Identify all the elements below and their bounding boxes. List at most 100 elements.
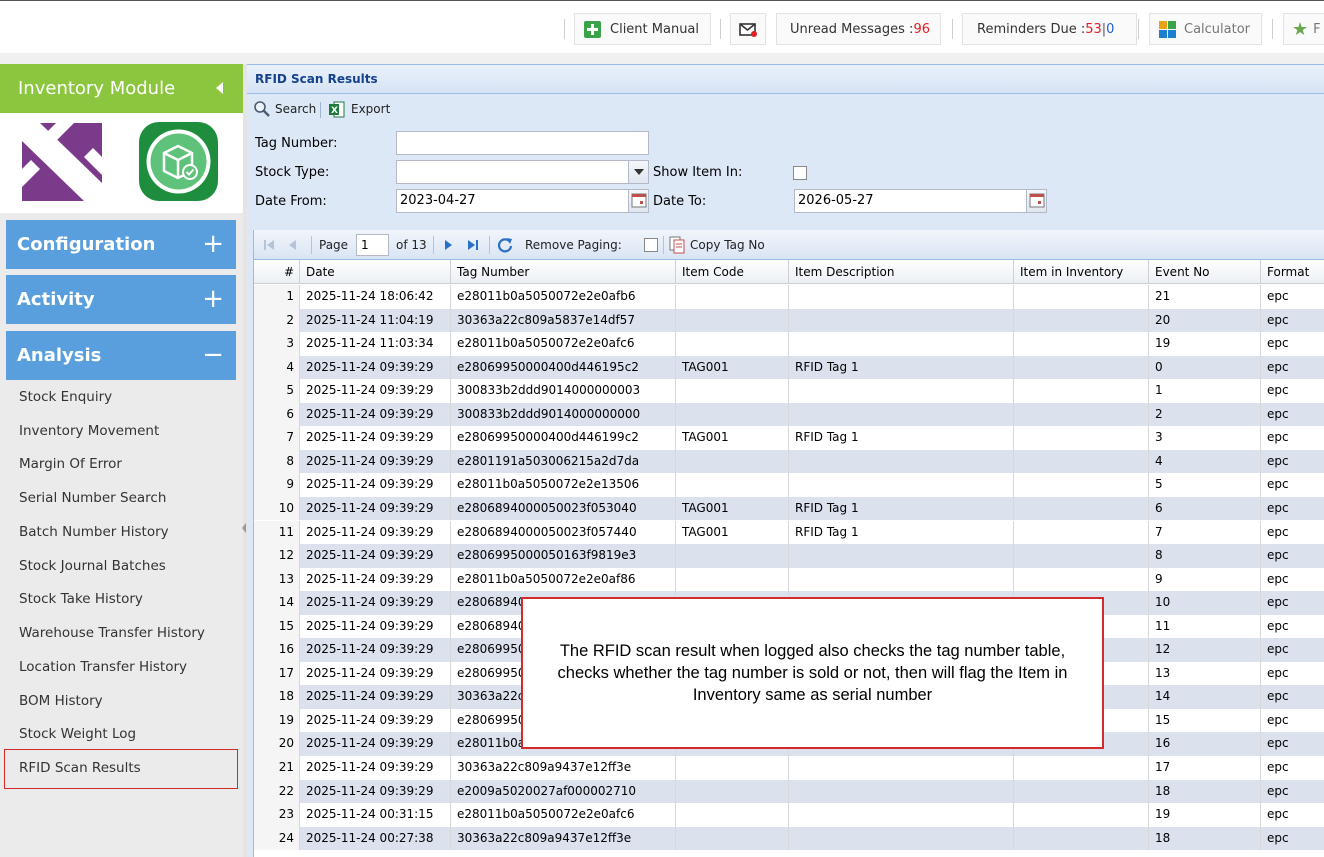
cell-index: 18 [254, 685, 300, 709]
sidebar-item-margin-of-error[interactable]: Margin Of Error [6, 449, 236, 479]
copy-tag-no-button[interactable]: Copy Tag No [669, 235, 765, 255]
calculator-button[interactable]: Calculator [1149, 13, 1262, 45]
excel-icon: X [329, 101, 345, 117]
table-row[interactable]: 10 2025-11-24 09:39:29 e2806894000050023f0… [254, 496, 1324, 521]
sidebar-item-inventory-movement[interactable]: Inventory Movement [6, 416, 236, 446]
column-header-event-no[interactable]: Event No [1149, 260, 1261, 284]
module-header[interactable]: Inventory Module [0, 64, 243, 113]
column-header-format[interactable]: Format [1261, 260, 1324, 284]
sidebar-item-stock-journal-batches[interactable]: Stock Journal Batches [6, 551, 236, 581]
page-gap [0, 53, 1324, 64]
cell-index: 4 [254, 355, 300, 380]
reminders-due-button[interactable]: Reminders Due : 53 | 0 [962, 13, 1137, 45]
table-row[interactable]: 22 2025-11-24 09:39:29 e2009a5020027af0000… [254, 779, 1324, 804]
client-manual-button[interactable]: Client Manual [574, 13, 711, 45]
mail-button[interactable] [730, 13, 766, 45]
table-row[interactable]: 23 2025-11-24 00:31:15 e28011b0a5050072e2e… [254, 803, 1324, 827]
date-picker-trigger[interactable] [1026, 190, 1046, 212]
accordion-activity[interactable]: Activity + [6, 275, 236, 324]
cell-item-code [676, 473, 789, 497]
cell-event-no: 10 [1149, 591, 1261, 615]
sidebar-item-warehouse-transfer-history[interactable]: Warehouse Transfer History [6, 618, 236, 648]
accordion-configuration[interactable]: Configuration + [6, 220, 236, 269]
column-header-item-code[interactable]: Item Code [676, 260, 789, 284]
date-to-input[interactable]: 2026-05-27 [794, 189, 1047, 213]
table-row[interactable]: 1 2025-11-24 18:06:42 e28011b0a5050072e2e0… [254, 285, 1324, 309]
cell-date: 2025-11-24 11:03:34 [300, 332, 451, 356]
sidebar-item-rfid-scan-results[interactable]: RFID Scan Results [4, 749, 238, 789]
cell-index: 3 [254, 332, 300, 356]
cell-format: epc [1261, 780, 1324, 804]
dropdown-trigger[interactable] [628, 161, 648, 183]
column-header-tag-number[interactable]: Tag Number [451, 260, 676, 284]
table-row[interactable]: 8 2025-11-24 09:39:29 e2801191a503006215a2… [254, 449, 1324, 474]
cell-index: 11 [254, 520, 300, 544]
cell-format: epc [1261, 356, 1324, 380]
search-button[interactable]: Search [253, 99, 316, 119]
sidebar-item-location-transfer-history[interactable]: Location Transfer History [6, 652, 236, 682]
sidebar-item-bom-history[interactable]: BOM History [6, 686, 236, 716]
pager-separator [663, 236, 664, 254]
sidebar-item-stock-enquiry[interactable]: Stock Enquiry [6, 382, 236, 412]
table-row[interactable]: 21 2025-11-24 09:39:29 30363a22c809a9437e1… [254, 756, 1324, 780]
table-row[interactable]: 11 2025-11-24 09:39:29 e2806894000050023f0… [254, 520, 1324, 544]
previous-page-button[interactable] [286, 235, 300, 255]
show-item-in-checkbox[interactable] [793, 166, 807, 180]
cell-item-in-inventory [1014, 426, 1149, 450]
sidebar-item-stock-weight-log[interactable]: Stock Weight Log [6, 719, 236, 749]
column-header-item-in-inventory[interactable]: Item in Inventory [1014, 260, 1149, 284]
accordion-analysis-label: Analysis [17, 345, 102, 366]
copy-tag-no-label: Copy Tag No [690, 238, 765, 252]
table-row[interactable]: 9 2025-11-24 09:39:29 e28011b0a5050072e2e1… [254, 473, 1324, 497]
cell-item-in-inventory [1014, 355, 1149, 380]
column-header-index[interactable]: # [254, 260, 300, 284]
cell-event-no: 20 [1149, 308, 1261, 333]
pager-separator [489, 236, 490, 254]
tag-number-input[interactable] [396, 131, 649, 155]
table-row[interactable]: 5 2025-11-24 09:39:29 300833b2ddd901400000… [254, 379, 1324, 403]
first-page-button[interactable] [262, 235, 276, 255]
date-from-input[interactable]: 2023-04-27 [396, 189, 649, 213]
table-row[interactable]: 24 2025-11-24 00:27:38 30363a22c809a9437e1… [254, 826, 1324, 851]
cell-date: 2025-11-24 18:06:42 [300, 285, 451, 309]
cell-event-no: 6 [1149, 496, 1261, 521]
table-row[interactable]: 13 2025-11-24 09:39:29 e28011b0a5050072e2e… [254, 567, 1324, 592]
cell-format: epc [1261, 332, 1324, 356]
table-row[interactable]: 4 2025-11-24 09:39:29 e28069950000400d4461… [254, 355, 1324, 380]
next-page-button[interactable] [441, 235, 455, 255]
remove-paging-checkbox[interactable] [644, 238, 658, 252]
column-header-date[interactable]: Date [300, 260, 451, 284]
cell-item-description [789, 803, 1014, 827]
table-row[interactable]: 2 2025-11-24 11:04:19 30363a22c809a5837e14… [254, 308, 1324, 333]
toolbar-separator [952, 19, 953, 39]
stock-type-select[interactable] [396, 160, 649, 184]
cell-date: 2025-11-24 09:39:29 [300, 520, 451, 544]
favourites-button[interactable]: ★ F [1283, 13, 1324, 45]
column-header-item-description[interactable]: Item Description [789, 260, 1014, 284]
table-row[interactable]: 12 2025-11-24 09:39:29 e2806995000050163f9… [254, 544, 1324, 568]
accordion-analysis[interactable]: Analysis − [6, 331, 236, 380]
cell-tag-number: 30363a22c809a9437e12ff3e [451, 826, 676, 851]
cell-item-description [789, 379, 1014, 403]
cell-item-description: RFID Tag 1 [789, 496, 1014, 521]
collapse-sidebar-icon[interactable] [242, 523, 246, 533]
page-number-input[interactable]: 1 [356, 234, 389, 256]
sidebar-item-serial-number-search[interactable]: Serial Number Search [6, 483, 236, 513]
sidebar-item-batch-number-history[interactable]: Batch Number History [6, 517, 236, 547]
export-button[interactable]: X Export [329, 99, 390, 119]
cell-index: 1 [254, 285, 300, 309]
table-row[interactable]: 7 2025-11-24 09:39:29 e28069950000400d4461… [254, 426, 1324, 450]
cell-index: 17 [254, 661, 300, 686]
cell-date: 2025-11-24 09:39:29 [300, 591, 451, 615]
date-picker-trigger[interactable] [628, 190, 648, 212]
table-row[interactable]: 6 2025-11-24 09:39:29 300833b2ddd901400000… [254, 402, 1324, 427]
sidebar-item-stock-take-history[interactable]: Stock Take History [6, 584, 236, 614]
unread-messages-label: Unread Messages : [790, 21, 914, 37]
sidebar: Inventory Module Configuration + Activit… [0, 64, 243, 857]
collapse-left-icon[interactable] [216, 82, 223, 94]
last-page-button[interactable] [466, 235, 480, 255]
unread-messages-button[interactable]: Unread Messages : 96 [776, 13, 941, 45]
table-row[interactable]: 3 2025-11-24 11:03:34 e28011b0a5050072e2e0… [254, 332, 1324, 356]
refresh-button[interactable] [496, 235, 514, 255]
cell-tag-number: e28011b0a5050072e2e0afc6 [451, 332, 676, 356]
